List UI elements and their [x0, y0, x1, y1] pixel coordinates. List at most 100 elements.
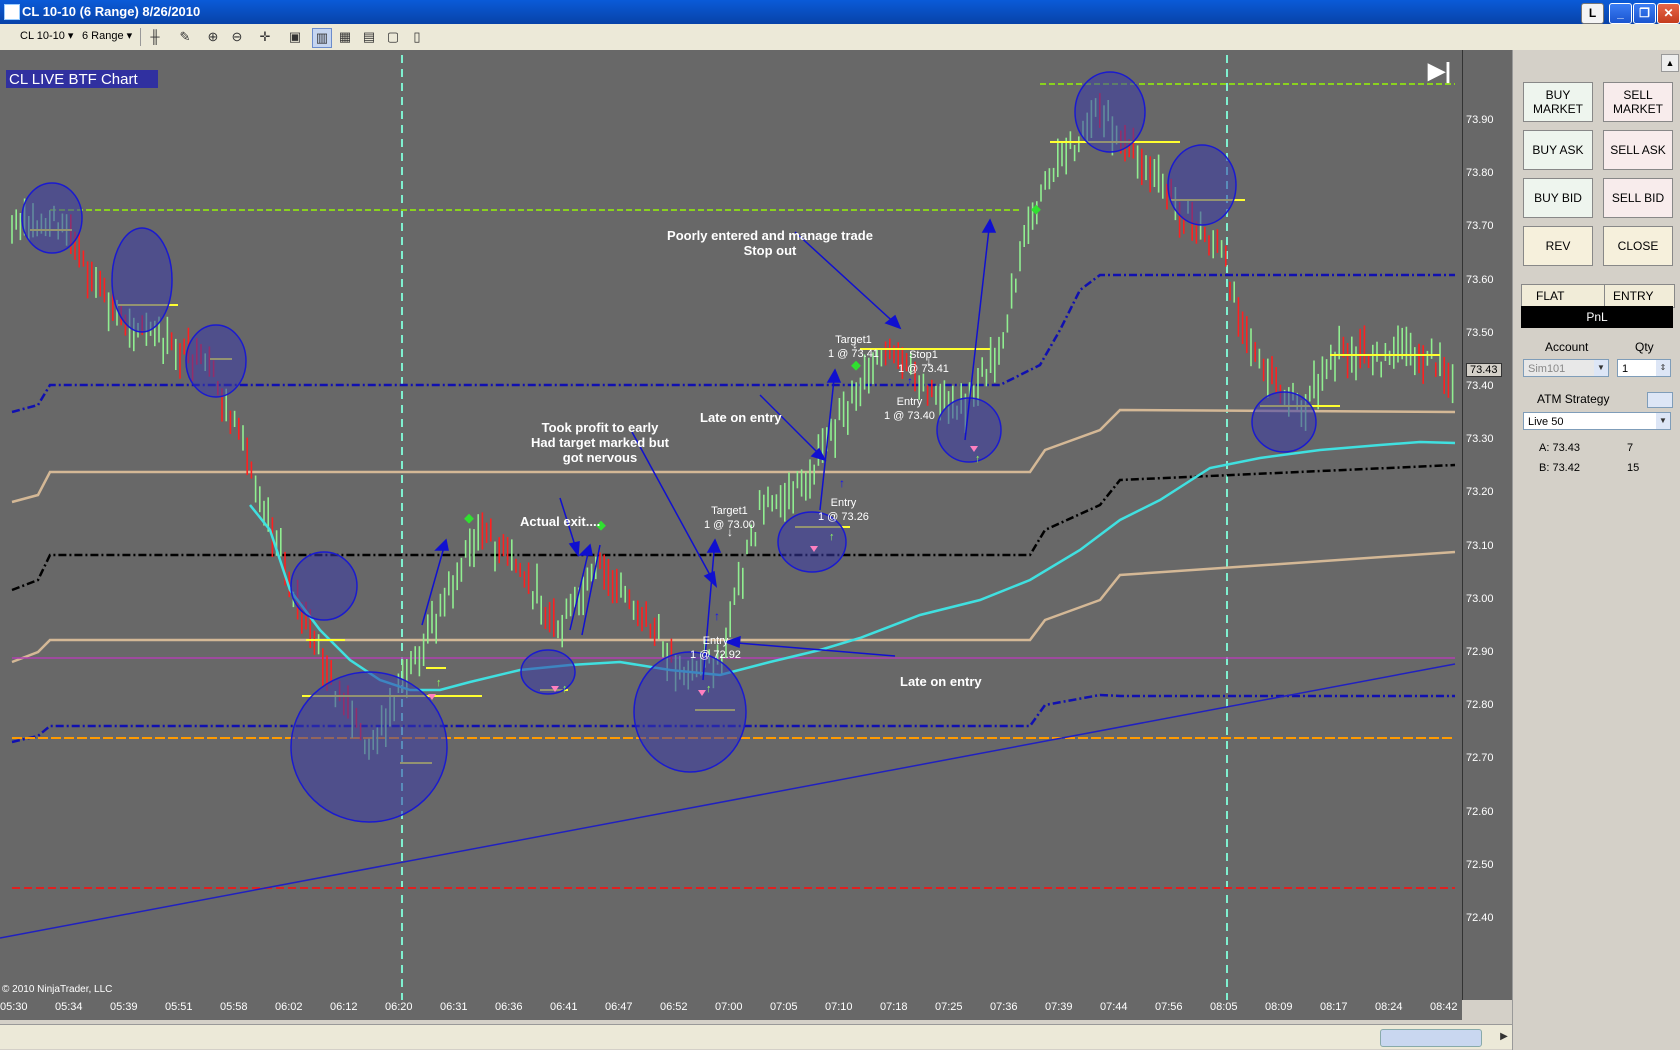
- time-tick-label: 07:18: [880, 1001, 908, 1013]
- time-tick-label: 07:39: [1045, 1001, 1073, 1013]
- annotation-poorly: Poorly entered and manage trade Stop out: [667, 228, 873, 258]
- crosshair-icon[interactable]: ✛: [256, 28, 274, 46]
- zoom-out-icon[interactable]: ⊖: [228, 28, 246, 46]
- price-tick-label: 73.90: [1466, 114, 1494, 126]
- svg-text:↑: ↑: [839, 476, 845, 490]
- order-label-target2: Target1 1 @ 73.00: [704, 505, 755, 531]
- atm-strategy-select[interactable]: Live 50 ▼: [1523, 412, 1671, 430]
- order-label-target1: Target1 1 @ 73.41: [828, 334, 879, 360]
- price-tick-label: 73.80: [1466, 167, 1494, 180]
- atm-properties-icon[interactable]: [1647, 392, 1673, 408]
- price-tick-label: 73.20: [1466, 486, 1494, 499]
- chart-svg: ↑ ↑ ↑ ↑↑ ↓↓↓ ↑↑↑: [0, 55, 1456, 1000]
- price-tick-label: 72.60: [1466, 805, 1494, 818]
- annotation-took-profit: Took profit to early Had target marked bu…: [531, 420, 669, 465]
- indicators-icon[interactable]: ▤: [360, 28, 378, 46]
- order-label-entry1: Entry 1 @ 73.40: [884, 396, 935, 422]
- time-tick-label: 05:39: [110, 1001, 138, 1013]
- price-axis: [1462, 50, 1513, 1000]
- time-tick-label: 06:31: [440, 1001, 468, 1013]
- chart-title: CL LIVE BTF Chart: [9, 71, 138, 88]
- time-tick-label: 07:00: [715, 1001, 743, 1013]
- flat-label: FLAT: [1536, 289, 1565, 303]
- stepper-icon: ⇕: [1656, 360, 1670, 376]
- order-label-stop1: Stop1 1 @ 73.41: [898, 349, 949, 375]
- time-tick-label: 06:02: [275, 1001, 303, 1013]
- position-header: FLAT ENTRY: [1521, 284, 1675, 308]
- annotation-arrows: [421, 218, 997, 681]
- time-tick-label: 07:05: [770, 1001, 798, 1013]
- scroll-thumb[interactable]: [1380, 1029, 1482, 1047]
- zoom-in-icon[interactable]: ⊕: [204, 28, 222, 46]
- bar-style-icon[interactable]: ╫: [146, 28, 164, 46]
- price-tick-label: 73.60: [1466, 273, 1494, 286]
- bid-size: 15: [1627, 462, 1640, 474]
- time-tick-label: 06:52: [660, 1001, 688, 1013]
- data-box-icon[interactable]: ▯: [408, 28, 426, 46]
- lock-icon[interactable]: ▢: [384, 28, 402, 46]
- svg-text:↑: ↑: [714, 609, 720, 623]
- svg-text:↑: ↑: [829, 531, 835, 543]
- price-tick-label: 72.40: [1466, 912, 1494, 924]
- time-tick-label: 05:30: [0, 1001, 28, 1013]
- app-icon: [4, 4, 20, 20]
- svg-text:↑: ↑: [706, 683, 712, 695]
- instrument-dropdown[interactable]: CL 10-10 ▾: [20, 29, 73, 42]
- sell-bid-button[interactable]: SELL BID: [1603, 178, 1673, 218]
- price-tick-label: 73.10: [1466, 539, 1494, 552]
- account-select[interactable]: Sim101 ▼: [1523, 359, 1609, 377]
- scroll-right-icon[interactable]: ▶: [1496, 1028, 1512, 1046]
- time-tick-label: 08:24: [1375, 1001, 1403, 1013]
- qty-stepper[interactable]: 1 ⇕: [1617, 359, 1671, 377]
- time-tick-label: 08:42: [1430, 1001, 1458, 1013]
- entry-label: ENTRY: [1604, 285, 1653, 307]
- strategies-icon[interactable]: ▦: [336, 28, 354, 46]
- price-tick-label: 73.40: [1466, 380, 1494, 392]
- link-button[interactable]: L: [1581, 3, 1604, 24]
- pencil-icon[interactable]: ✎: [176, 28, 194, 46]
- price-tick-label: 72.70: [1466, 752, 1494, 765]
- qty-label: Qty: [1635, 340, 1654, 354]
- buy-market-button[interactable]: BUY MARKET: [1523, 82, 1593, 122]
- minimize-icon[interactable]: _: [1609, 3, 1632, 24]
- chart-trader-icon[interactable]: ▥: [312, 28, 332, 48]
- properties-icon[interactable]: ▣: [286, 28, 304, 46]
- chart-toolbar: CL 10-10 ▾ 6 Range ▾ ╫ ✎ ⊕ ⊖ ✛ ▣ ▥ ▦ ▤ ▢…: [0, 24, 1680, 51]
- annotation-late-entry: Late on entry: [700, 410, 782, 425]
- reverse-button[interactable]: REV: [1523, 226, 1593, 266]
- current-price-tag: 73.43: [1466, 363, 1502, 377]
- period-dropdown[interactable]: 6 Range ▾: [82, 29, 132, 42]
- order-label-entry3: Entry 1 @ 72.92: [690, 635, 741, 661]
- annotation-late-entry-2: Late on entry: [900, 674, 982, 689]
- chart-scrollbar[interactable]: ▶: [0, 1024, 1512, 1049]
- panel-up-icon[interactable]: ▲: [1661, 54, 1679, 72]
- time-tick-label: 07:10: [825, 1001, 853, 1013]
- price-tick-label: 73.70: [1466, 220, 1494, 233]
- pnl-display: PnL: [1521, 306, 1673, 328]
- price-tick-label: 72.90: [1466, 646, 1494, 658]
- time-tick-label: 05:58: [220, 1001, 248, 1013]
- price-tick-label: 72.50: [1466, 858, 1494, 871]
- copyright: © 2010 NinjaTrader, LLC: [2, 984, 113, 995]
- close-position-button[interactable]: CLOSE: [1603, 226, 1673, 266]
- price-tick-label: 73.00: [1466, 592, 1494, 605]
- sell-ask-button[interactable]: SELL ASK: [1603, 130, 1673, 170]
- time-tick-label: 08:17: [1320, 1001, 1348, 1013]
- time-tick-label: 07:36: [990, 1001, 1018, 1013]
- time-tick-label: 06:41: [550, 1001, 578, 1013]
- price-chart[interactable]: ↑ ↑ ↑ ↑ ↑ ↓ ↓ ↓ ↑ ↑ ↑ CL LIVE BTF Chart © 2010 …: [0, 50, 1513, 1020]
- annotation-actual-exit: Actual exit....: [520, 514, 601, 529]
- time-tick-label: 06:36: [495, 1001, 523, 1013]
- ask-price: A: 73.43: [1539, 442, 1580, 454]
- sell-market-button[interactable]: SELL MARKET: [1603, 82, 1673, 122]
- time-tick-label: 07:25: [935, 1001, 963, 1013]
- restore-icon[interactable]: ❐: [1633, 3, 1656, 24]
- svg-text:↑: ↑: [975, 453, 981, 465]
- ask-size: 7: [1627, 442, 1634, 454]
- buy-ask-button[interactable]: BUY ASK: [1523, 130, 1593, 170]
- scroll-to-end-icon[interactable]: ▶|: [1428, 58, 1451, 84]
- time-tick-label: 07:56: [1155, 1001, 1183, 1013]
- time-tick-label: 08:09: [1265, 1001, 1293, 1013]
- buy-bid-button[interactable]: BUY BID: [1523, 178, 1593, 218]
- close-icon[interactable]: ✕: [1657, 3, 1680, 24]
